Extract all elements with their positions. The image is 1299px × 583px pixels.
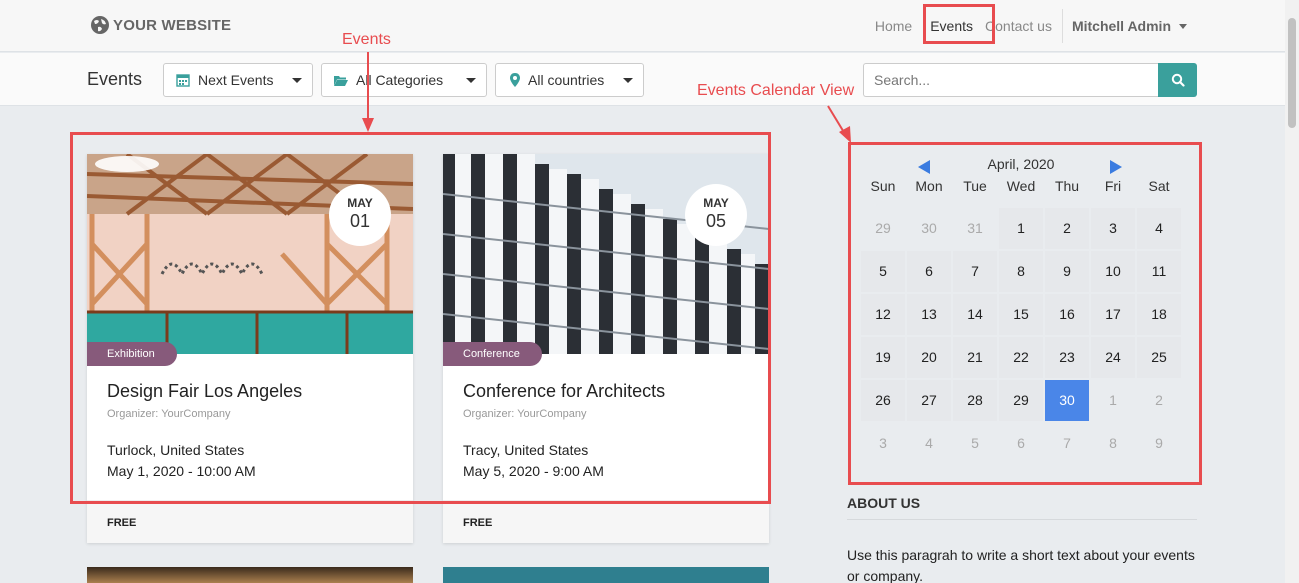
logo-text: YOUR WEBSITE xyxy=(113,16,232,34)
site-logo[interactable]: YOUR WEBSITE xyxy=(90,15,231,35)
event-card-partial[interactable] xyxy=(87,567,413,583)
category-filter-label: All Categories xyxy=(356,72,444,88)
arrow-down-icon xyxy=(839,126,851,143)
search-icon xyxy=(1171,73,1185,87)
event-card-footer: FREE xyxy=(443,500,769,543)
category-filter-dropdown[interactable]: All Categories xyxy=(321,63,487,97)
calendar-icon xyxy=(176,73,190,87)
caret-down-icon xyxy=(623,77,633,83)
about-text: Use this paragrah to write a short text … xyxy=(847,547,1195,583)
map-marker-icon xyxy=(508,73,522,87)
about-heading: ABOUT US xyxy=(847,495,921,511)
caret-down-icon xyxy=(292,77,302,83)
nav-contact[interactable]: Contact us xyxy=(985,18,1058,34)
event-card-partial[interactable] xyxy=(443,567,769,583)
country-filter-label: All countries xyxy=(528,72,605,88)
page-title: Events xyxy=(87,69,143,89)
time-filter-dropdown[interactable]: Next Events xyxy=(163,63,313,97)
about-divider xyxy=(847,519,1197,520)
folder-open-icon xyxy=(334,73,348,87)
country-filter-dropdown[interactable]: All countries xyxy=(495,63,644,97)
event-price: FREE xyxy=(463,517,493,529)
top-navbar: YOUR WEBSITE Home Events Contact us Mitc… xyxy=(0,0,1285,52)
scrollbar-thumb[interactable] xyxy=(1288,18,1296,128)
annotation-label-calendar: Events Calendar View xyxy=(697,82,855,99)
chevron-down-icon xyxy=(1179,23,1187,29)
search-input[interactable] xyxy=(863,63,1159,97)
arrow-down-icon xyxy=(362,118,374,132)
user-name: Mitchell Admin xyxy=(1071,18,1171,34)
annotation-box-events xyxy=(70,132,771,504)
event-price: FREE xyxy=(107,517,137,529)
annotation-box-nav-events xyxy=(923,4,995,44)
annotation-label-events: Events xyxy=(342,31,391,48)
nav-home[interactable]: Home xyxy=(869,18,918,34)
events-filter-bar: Events Next Events All Categories All co… xyxy=(0,53,1285,106)
caret-down-icon xyxy=(466,77,476,83)
page-scrollbar[interactable] xyxy=(1285,0,1299,583)
globe-icon xyxy=(91,16,109,34)
event-card-footer: FREE xyxy=(87,500,413,543)
time-filter-label: Next Events xyxy=(198,72,274,88)
search-button[interactable] xyxy=(1158,63,1197,97)
annotation-box-calendar xyxy=(848,142,1202,485)
user-menu[interactable]: Mitchell Admin xyxy=(1061,9,1187,43)
